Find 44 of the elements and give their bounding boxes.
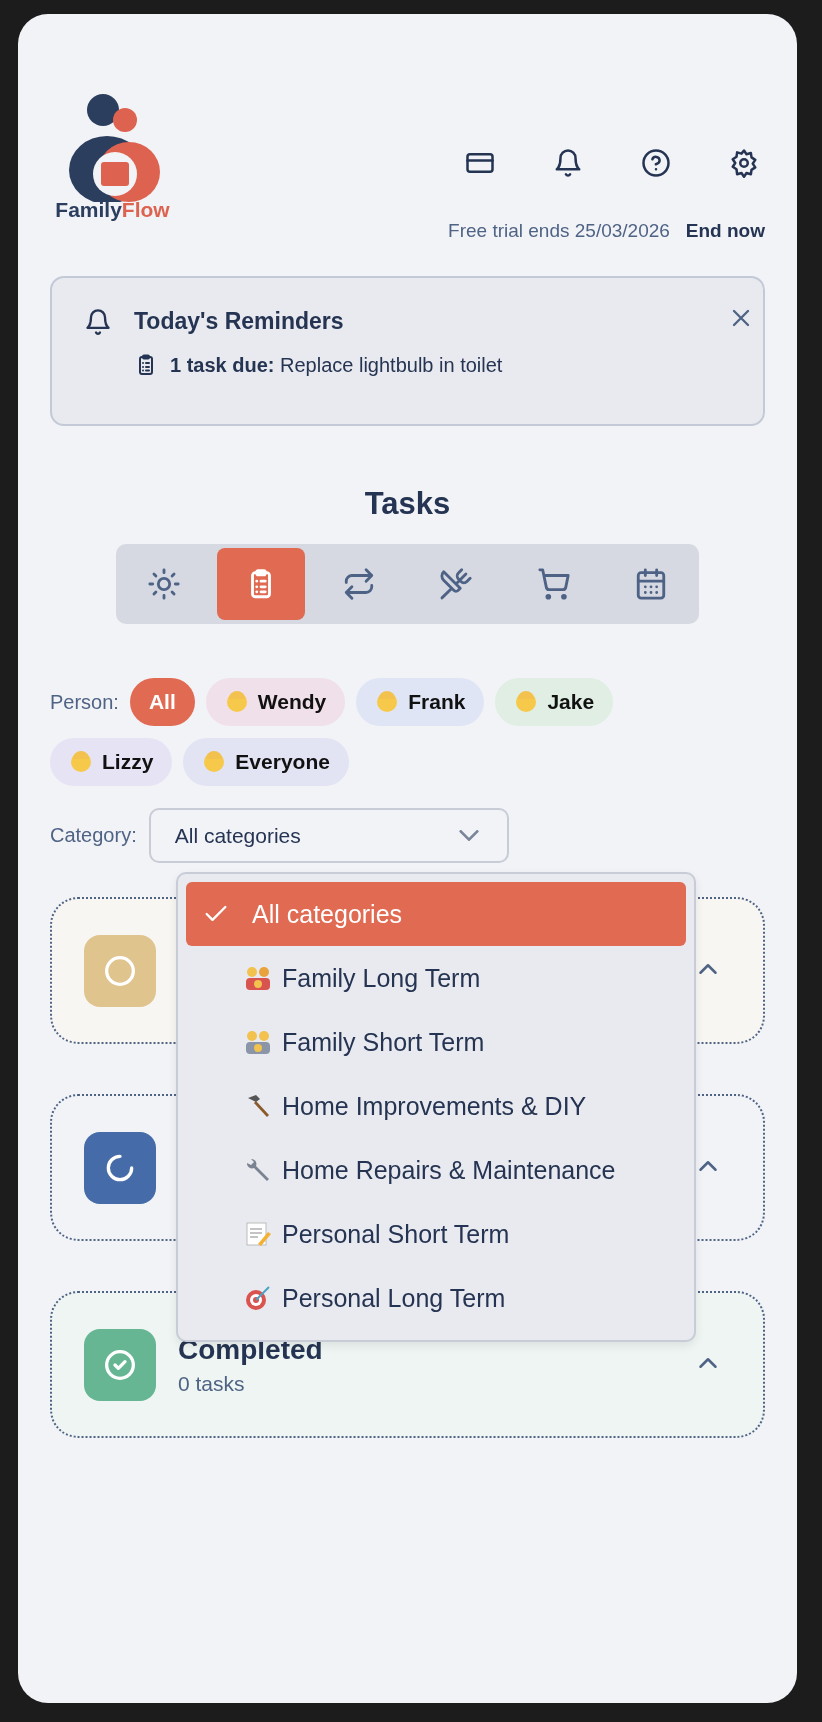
category-option[interactable]: Personal Long Term	[186, 1266, 686, 1330]
help-icon	[641, 148, 671, 178]
sun-icon	[147, 567, 181, 601]
settings-button[interactable]	[729, 148, 759, 178]
avatar-icon	[224, 690, 249, 714]
family-icon	[244, 964, 272, 992]
category-option[interactable]: Family Long Term	[186, 946, 686, 1010]
logo-text: FamilyFlow	[55, 198, 170, 222]
person-chip[interactable]: Wendy	[205, 678, 346, 726]
cart-icon	[536, 567, 571, 601]
category-option[interactable]: Family Short Term	[186, 1010, 686, 1074]
avatar-icon	[514, 690, 539, 714]
memo-icon	[244, 1220, 272, 1248]
settings-icon	[729, 148, 759, 178]
chevron-down-icon	[458, 830, 479, 841]
reminders-title: Today's Reminders	[134, 308, 345, 335]
notifications-button[interactable]	[553, 148, 583, 178]
category-select[interactable]: All categories	[148, 808, 509, 863]
help-button[interactable]	[641, 148, 671, 178]
person-chip[interactable]: Everyone	[183, 738, 349, 786]
target-icon	[244, 1284, 272, 1312]
card-title: Completed	[178, 1333, 324, 1366]
end-now-link[interactable]: End now	[685, 220, 765, 242]
category-label: Category:	[50, 824, 137, 847]
category-option[interactable]: Home Improvements & DIY	[186, 1074, 686, 1138]
task-count: 0 tasks	[178, 1371, 246, 1396]
family-icon	[244, 1028, 272, 1056]
person-label: Person:	[50, 690, 119, 714]
reminder-text: 1 task due: Replace lightbulb in toilet	[170, 353, 503, 377]
avatar-icon	[375, 690, 400, 714]
bell-icon	[84, 308, 112, 336]
person-chip[interactable]: Lizzy	[50, 738, 173, 786]
bell-icon	[553, 148, 583, 178]
utensils-crossed-icon	[439, 567, 474, 601]
person-chip[interactable]: Frank	[356, 678, 485, 726]
person-chip[interactable]: Jake	[495, 678, 614, 726]
trial-notice: Free trial ends 25/03/2026	[448, 220, 670, 242]
avatar-icon	[69, 750, 93, 774]
category-option[interactable]: Personal Short Term	[186, 1202, 686, 1266]
section-title: Tasks	[363, 486, 452, 522]
tab[interactable]	[217, 548, 306, 620]
wrench-icon	[244, 1156, 272, 1184]
avatar-icon	[202, 750, 227, 774]
category-option[interactable]: Home Repairs & Maintenance	[186, 1138, 686, 1202]
